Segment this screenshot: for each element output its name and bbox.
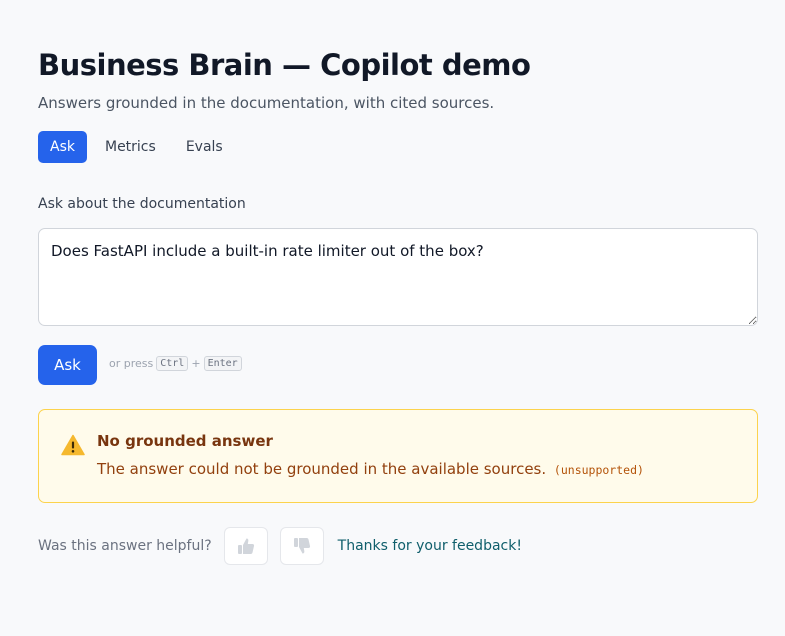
- keyboard-hint: or press Ctrl + Enter: [109, 356, 242, 371]
- no-answer-alert: No grounded answer The answer could not …: [38, 409, 758, 503]
- tab-metrics[interactable]: Metrics: [93, 131, 168, 163]
- alert-status-code: (unsupported): [553, 463, 644, 477]
- thumbs-up-button[interactable]: [223, 527, 268, 565]
- thumbs-up-icon: [237, 538, 254, 554]
- alert-body-text: The answer could not be grounded in the …: [97, 460, 547, 478]
- alert-message: The answer could not be grounded in the …: [97, 460, 644, 478]
- question-label: Ask about the documentation: [38, 196, 246, 212]
- hint-plus: +: [191, 357, 201, 370]
- thumbs-down-button[interactable]: [279, 527, 324, 565]
- enter-key: Enter: [203, 356, 242, 371]
- feedback-thanks: Thanks for your feedback!: [337, 538, 522, 554]
- tab-bar: Ask Metrics Evals: [38, 131, 235, 163]
- thumbs-down-icon: [293, 538, 310, 554]
- hint-prefix: or press: [109, 357, 154, 370]
- feedback-row: Was this answer helpful? Thanks for your…: [38, 527, 522, 565]
- alert-title: No grounded answer: [97, 432, 273, 450]
- tab-evals[interactable]: Evals: [174, 131, 235, 163]
- question-input[interactable]: Does FastAPI include a built-in rate lim…: [38, 228, 758, 326]
- page-title: Business Brain — Copilot demo: [38, 48, 531, 82]
- page-subtitle: Answers grounded in the documentation, w…: [38, 94, 495, 112]
- feedback-question: Was this answer helpful?: [38, 538, 212, 554]
- tab-ask[interactable]: Ask: [38, 131, 87, 163]
- ctrl-key: Ctrl: [156, 356, 189, 371]
- warning-icon: [61, 434, 85, 456]
- ask-button[interactable]: Ask: [38, 345, 97, 385]
